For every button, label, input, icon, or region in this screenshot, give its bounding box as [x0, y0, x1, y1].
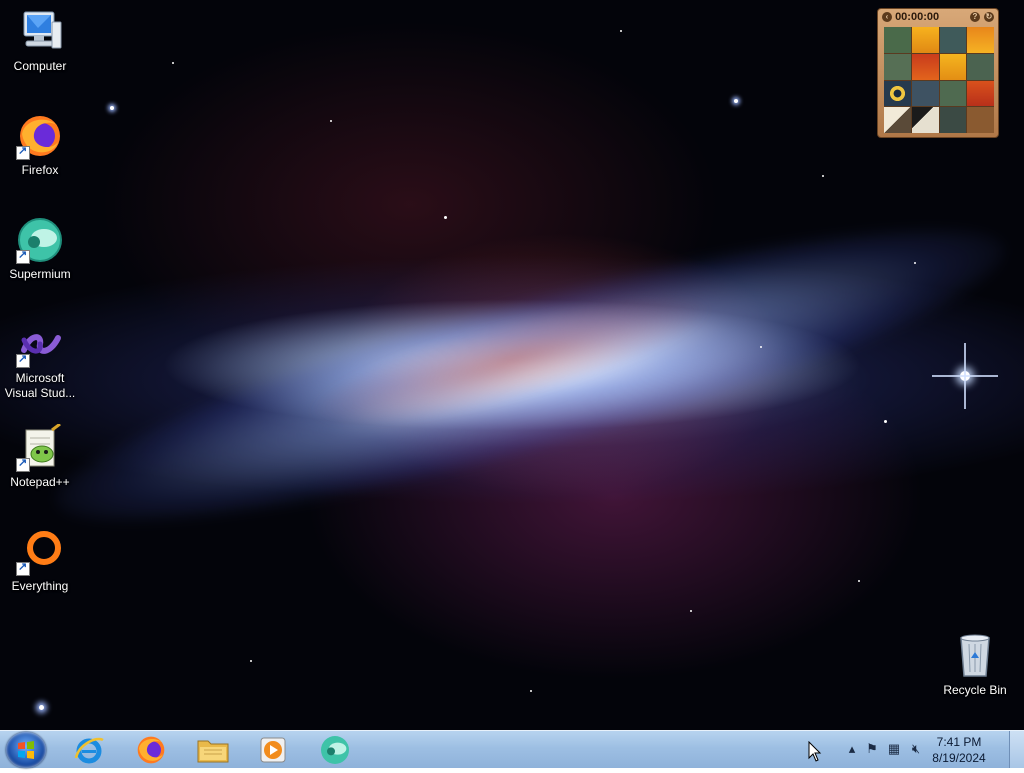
- desktop-icon-label: Notepad++: [10, 475, 70, 489]
- clock-date: 8/19/2024: [932, 751, 986, 765]
- desktop-icon-notepadpp[interactable]: Notepad++: [0, 422, 80, 490]
- clock-time: 7:41 PM: [936, 735, 982, 749]
- desktop-icon-label: Supermium: [9, 267, 71, 281]
- puzzle-header: ‹ 00:00:00 ? ↻: [882, 11, 994, 25]
- folder-icon: [197, 740, 229, 763]
- taskbar-media-player[interactable]: [244, 733, 302, 767]
- puzzle-tile[interactable]: [884, 107, 911, 133]
- puzzle-tile[interactable]: [939, 80, 967, 107]
- desktop-icon-label: Everything: [11, 579, 69, 593]
- taskbar-file-explorer[interactable]: [184, 733, 242, 767]
- clock[interactable]: 7:41 PM 8/19/2024: [924, 734, 994, 766]
- firefox-icon: [137, 736, 165, 764]
- volume-muted-icon[interactable]: 🔇︎: [908, 741, 924, 757]
- desktop-icon-label: Recycle Bin: [943, 683, 1007, 697]
- puzzle-tile[interactable]: [967, 80, 994, 107]
- puzzle-tile[interactable]: [911, 80, 939, 107]
- star: [858, 580, 860, 582]
- start-button[interactable]: [6, 732, 46, 768]
- media-player-icon: [260, 737, 286, 763]
- recycle-bin-icon: [951, 632, 999, 680]
- desktop-icon-label: Microsoft Visual Stud...: [4, 371, 76, 400]
- shortcut-arrow-icon: [16, 560, 30, 576]
- network-icon[interactable]: ▦: [886, 741, 902, 757]
- refresh-icon[interactable]: ↻: [984, 12, 994, 22]
- taskbar: ▴ ⚑ ▦ 🔇︎ 7:41 PM 8/19/2024: [0, 730, 1024, 768]
- star: [620, 30, 622, 32]
- puzzle-tile[interactable]: [939, 107, 967, 133]
- desktop-icon-label: Computer: [13, 59, 67, 73]
- show-hidden-icons-icon[interactable]: ▴: [844, 741, 860, 757]
- star: [822, 175, 824, 177]
- desktop-icon-visual-studio[interactable]: Microsoft Visual Stud...: [0, 320, 80, 401]
- puzzle-tile[interactable]: [884, 27, 911, 53]
- puzzle-tile[interactable]: [884, 53, 911, 80]
- desktop-wallpaper[interactable]: Computer Firefox Supermium: [0, 0, 1024, 730]
- visual-studio-icon: [16, 320, 64, 368]
- star: [914, 262, 916, 264]
- taskbar-internet-explorer[interactable]: [60, 733, 118, 767]
- desktop-icon-everything[interactable]: Everything: [0, 528, 80, 594]
- mouse-cursor-icon: [808, 741, 822, 762]
- star: [734, 99, 738, 103]
- bright-star: [932, 343, 998, 409]
- desktop-icon-firefox[interactable]: Firefox: [0, 112, 80, 178]
- star: [444, 216, 447, 219]
- star: [330, 120, 332, 122]
- puzzle-grid: [884, 27, 994, 133]
- star: [884, 420, 887, 423]
- puzzle-timer: 00:00:00: [895, 11, 940, 24]
- supermium-icon: [16, 216, 64, 264]
- taskbar-firefox[interactable]: [122, 733, 180, 767]
- computer-icon: [16, 8, 64, 56]
- puzzle-tile[interactable]: [911, 53, 939, 80]
- puzzle-tile[interactable]: [884, 80, 911, 107]
- back-icon[interactable]: ‹: [882, 12, 892, 23]
- notepadpp-icon: [16, 422, 64, 472]
- help-icon[interactable]: ?: [970, 12, 980, 22]
- firefox-icon: [16, 112, 64, 160]
- show-desktop-button[interactable]: [1009, 731, 1024, 768]
- star: [760, 346, 762, 348]
- star: [690, 610, 692, 612]
- star: [172, 62, 174, 64]
- puzzle-tile[interactable]: [967, 53, 994, 80]
- shortcut-arrow-icon: [16, 456, 30, 472]
- internet-explorer-icon: [74, 737, 104, 764]
- puzzle-tile[interactable]: [911, 107, 939, 133]
- puzzle-tile[interactable]: [939, 53, 967, 80]
- bright-star: [39, 705, 44, 710]
- shortcut-arrow-icon: [16, 352, 30, 368]
- shortcut-arrow-icon: [16, 144, 30, 160]
- windows-logo-icon: [18, 741, 34, 759]
- puzzle-tile[interactable]: [939, 27, 967, 53]
- desktop-icon-recycle-bin[interactable]: Recycle Bin: [935, 632, 1015, 698]
- star: [110, 106, 114, 110]
- desktop-icon-supermium[interactable]: Supermium: [0, 216, 80, 282]
- supermium-icon: [321, 736, 349, 764]
- system-tray: ▴ ⚑ ▦ 🔇︎ 7:41 PM 8/19/2024: [834, 731, 1024, 768]
- desktop-icon-label: Firefox: [21, 163, 59, 177]
- puzzle-tile[interactable]: [967, 27, 994, 53]
- shortcut-arrow-icon: [16, 248, 30, 264]
- star: [250, 660, 252, 662]
- star: [530, 690, 532, 692]
- everything-icon: [16, 528, 64, 576]
- action-center-flag-icon[interactable]: ⚑: [864, 741, 880, 757]
- taskbar-supermium[interactable]: [306, 733, 364, 767]
- puzzle-empty-slot: [967, 107, 994, 133]
- desktop-icon-computer[interactable]: Computer: [0, 8, 80, 74]
- picture-puzzle-gadget[interactable]: ‹ 00:00:00 ? ↻: [877, 8, 999, 138]
- puzzle-tile[interactable]: [911, 27, 939, 53]
